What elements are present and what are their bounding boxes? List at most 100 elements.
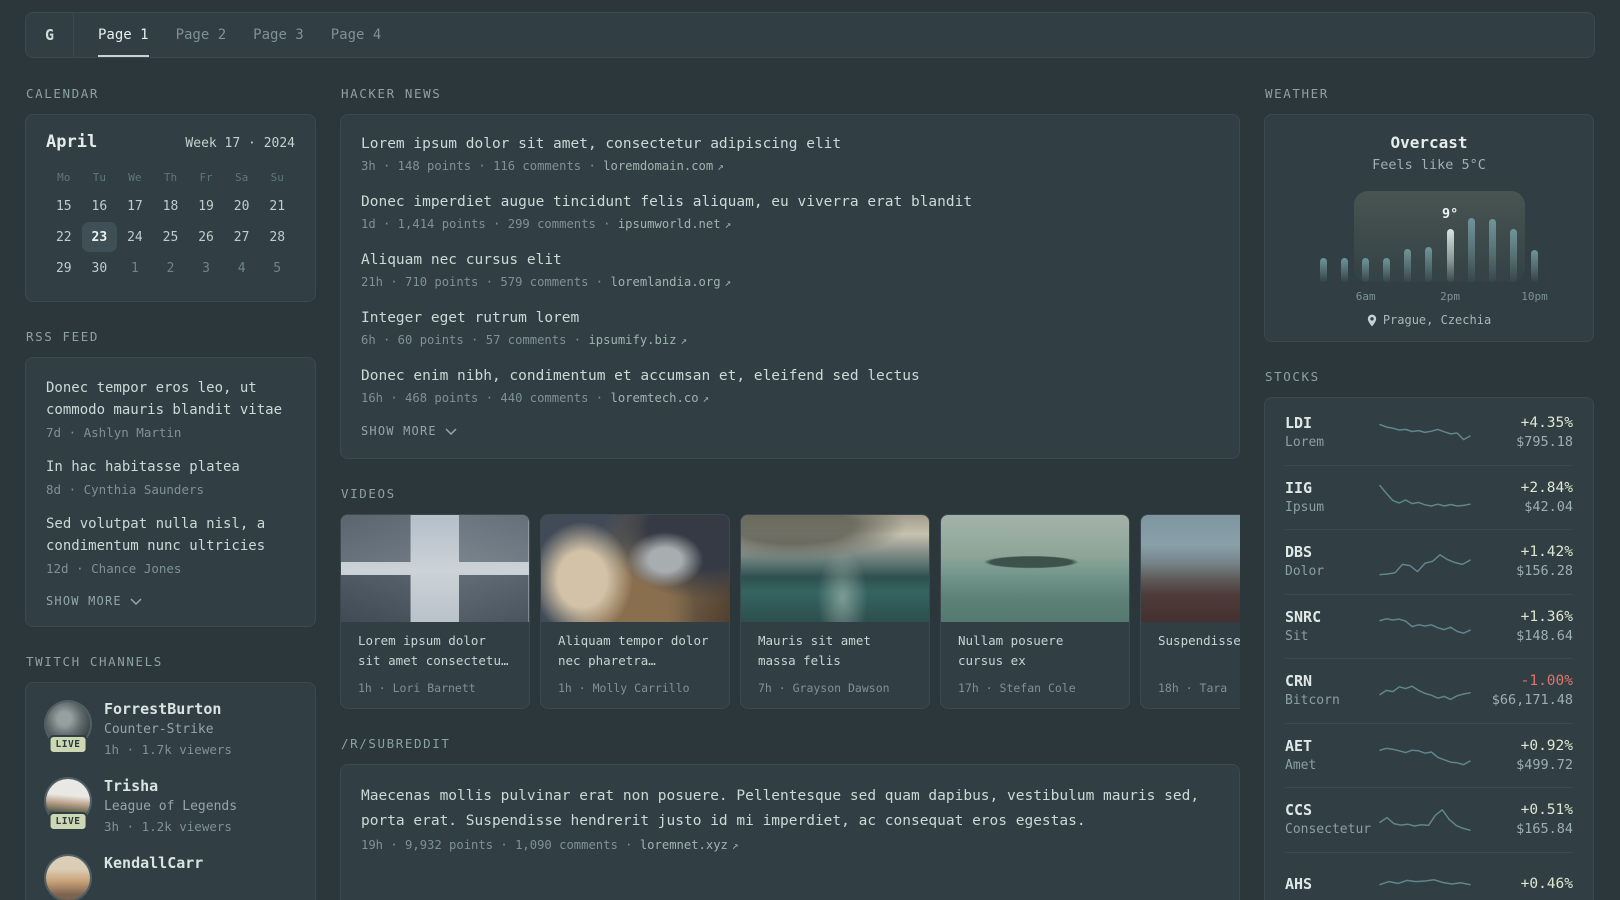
weather-location-row: Prague, Czechia — [1285, 313, 1573, 327]
stock-identity: AET Amet — [1285, 736, 1377, 775]
stock-values: +0.51% $165.84 — [1473, 800, 1573, 839]
stock-symbol[interactable]: IIG — [1285, 478, 1377, 498]
sparkline-chart — [1379, 423, 1471, 441]
stock-row[interactable]: CRN Bitcorn -1.00% $66,171.48 — [1285, 659, 1573, 724]
calendar-weekday: Th — [163, 171, 178, 184]
calendar-day: 1 — [131, 260, 139, 276]
rss-item[interactable]: Sed volutpat nulla nisl, a condimentum n… — [46, 513, 295, 578]
dashboard-columns: CALENDAR April Week 17 · 2024 Mo Tu We T… — [0, 58, 1620, 900]
hacker-news-item-stats: 16h · 468 points · 440 comments · — [361, 391, 604, 405]
stock-row[interactable]: SNRC Sit +1.36% $148.64 — [1285, 595, 1573, 659]
weather-card: Overcast Feels like 5°C 6am 9° 2pm 10pm … — [1264, 114, 1594, 342]
calendar-weekday: Su — [270, 171, 284, 184]
subreddit-post-stats: 19h · 9,932 points · 1,090 comments · — [361, 838, 633, 852]
stock-symbol[interactable]: DBS — [1285, 542, 1377, 562]
stock-row[interactable]: AHS +0.46% — [1285, 853, 1573, 900]
rss-item[interactable]: In hac habitasse platea 8d · Cynthia Sau… — [46, 456, 295, 499]
weather-bar — [1467, 218, 1475, 282]
hacker-news-item-domain[interactable]: loremdomain.com — [603, 159, 713, 173]
twitch-channel-game[interactable]: Counter-Strike — [104, 720, 232, 740]
video-card[interactable]: Lorem ipsum dolor sit amet consectetu… 1… — [340, 514, 530, 709]
rss-item[interactable]: Donec tempor eros leo, ut commodo mauris… — [46, 377, 295, 442]
video-card[interactable]: Aliquam tempor dolor nec pharetra… 1h · … — [540, 514, 730, 709]
video-thumbnail[interactable] — [1141, 515, 1240, 622]
stock-symbol[interactable]: LDI — [1285, 413, 1377, 433]
hacker-news-item-stats: 21h · 710 points · 579 comments · — [361, 275, 604, 289]
stock-symbol[interactable]: CCS — [1285, 800, 1377, 820]
videos-row: Lorem ipsum dolor sit amet consectetu… 1… — [340, 514, 1240, 709]
video-title[interactable]: Lorem ipsum dolor sit amet consectetu… — [341, 622, 529, 671]
twitch-channel-row[interactable]: LIVE ForrestBurton Counter-Strike 1h · 1… — [46, 699, 295, 759]
hacker-news-item-domain[interactable]: ipsumify.biz — [588, 333, 676, 347]
video-thumbnail[interactable] — [341, 515, 529, 622]
rss-show-more[interactable]: SHOW MORE — [46, 594, 295, 608]
video-title[interactable]: Mauris sit amet massa felis — [741, 622, 929, 671]
video-thumbnail[interactable] — [741, 515, 929, 622]
rss-item-title[interactable]: In hac habitasse platea — [46, 456, 295, 478]
nav-tab[interactable]: Page 3 — [253, 13, 304, 57]
hacker-news-show-more[interactable]: SHOW MORE — [361, 424, 1219, 438]
video-card[interactable]: Nullam posuere cursus ex 17h · Stefan Co… — [940, 514, 1130, 709]
hacker-news-item-meta: 1d · 1,414 points · 299 comments · ipsum… — [361, 215, 1219, 234]
twitch-channel-name[interactable]: KendallCarr — [104, 853, 203, 874]
nav-tab[interactable]: Page 1 — [98, 13, 149, 57]
calendar-day: 3 — [202, 260, 210, 276]
video-thumbnail[interactable] — [941, 515, 1129, 622]
subreddit-post-title[interactable]: Maecenas mollis pulvinar erat non posuer… — [361, 784, 1219, 834]
hacker-news-item-domain[interactable]: ipsumworld.net — [618, 217, 721, 231]
stock-identity: LDI Lorem — [1285, 413, 1377, 452]
external-link-arrow-icon: ↗ — [702, 392, 710, 405]
rss-item-title[interactable]: Sed volutpat nulla nisl, a condimentum n… — [46, 513, 295, 557]
hacker-news-item-stats: 1d · 1,414 points · 299 comments · — [361, 217, 611, 231]
weather-bar — [1341, 258, 1349, 282]
stock-row[interactable]: IIG Ipsum +2.84% $42.04 — [1285, 466, 1573, 530]
subreddit-header: /R/SUBREDDIT — [341, 736, 451, 751]
rss-header: RSS FEED — [26, 329, 100, 344]
twitch-channel-name[interactable]: Trisha — [104, 776, 237, 797]
calendar-header: CALENDAR — [26, 86, 100, 101]
calendar-day: 22 — [55, 229, 72, 245]
stock-row[interactable]: DBS Dolor +1.42% $156.28 — [1285, 530, 1573, 595]
video-title[interactable]: Suspendisse diam — [1141, 622, 1240, 671]
hacker-news-item-stats: 3h · 148 points · 116 comments · — [361, 159, 596, 173]
chevron-down-icon — [445, 427, 457, 435]
hacker-news-item-title[interactable]: Donec imperdiet augue tincidunt felis al… — [361, 191, 1219, 213]
video-card[interactable]: Suspendisse diam 18h · Tara — [1140, 514, 1240, 709]
calendar-day: 15 — [55, 198, 72, 214]
stock-symbol[interactable]: SNRC — [1285, 607, 1377, 627]
video-title[interactable]: Aliquam tempor dolor nec pharetra… — [541, 622, 729, 671]
hacker-news-item-title[interactable]: Donec enim nibh, condimentum et accumsan… — [361, 365, 1219, 387]
hacker-news-item-title[interactable]: Aliquam nec cursus elit — [361, 249, 1219, 271]
sparkline-chart — [1379, 685, 1471, 700]
hacker-news-item-domain[interactable]: loremlandia.org — [610, 275, 720, 289]
calendar-day: 20 — [233, 198, 250, 214]
video-thumbnail[interactable] — [541, 515, 729, 622]
twitch-channel-name[interactable]: ForrestBurton — [104, 699, 232, 720]
weather-bar: 6am — [1356, 258, 1376, 303]
hacker-news-item-domain[interactable]: loremtech.co — [610, 391, 698, 405]
subreddit-post-domain[interactable]: loremnet.xyz — [640, 838, 728, 852]
twitch-channel-game[interactable]: League of Legends — [104, 797, 237, 817]
video-card[interactable]: Mauris sit amet massa felis 7h · Grayson… — [740, 514, 930, 709]
stock-row[interactable]: LDI Lorem +4.35% $795.18 — [1285, 401, 1573, 466]
rss-widget: RSS FEED Donec tempor eros leo, ut commo… — [25, 329, 316, 627]
stock-symbol[interactable]: AHS — [1285, 874, 1377, 894]
weather-location[interactable]: Prague, Czechia — [1383, 313, 1491, 327]
twitch-channel-row[interactable]: KendallCarr — [46, 853, 295, 900]
nav-tab[interactable]: Page 4 — [331, 13, 382, 57]
calendar-widget: CALENDAR April Week 17 · 2024 Mo Tu We T… — [25, 86, 316, 302]
weather-feels-like: Feels like 5°C — [1372, 157, 1486, 173]
stock-symbol[interactable]: CRN — [1285, 671, 1377, 691]
weather-condition: Overcast — [1390, 133, 1468, 152]
rss-item-title[interactable]: Donec tempor eros leo, ut commodo mauris… — [46, 377, 295, 421]
video-title[interactable]: Nullam posuere cursus ex — [941, 622, 1129, 671]
hacker-news-item-title[interactable]: Integer eget rutrum lorem — [361, 307, 1219, 329]
hacker-news-item-title[interactable]: Lorem ipsum dolor sit amet, consectetur … — [361, 133, 1219, 155]
twitch-channel-row[interactable]: LIVE Trisha League of Legends 3h · 1.2k … — [46, 776, 295, 836]
nav-tab[interactable]: Page 2 — [176, 13, 227, 57]
stock-name: Dolor — [1285, 564, 1325, 580]
app-logo[interactable]: G — [26, 13, 73, 57]
stock-row[interactable]: AET Amet +0.92% $499.72 — [1285, 724, 1573, 788]
stock-row[interactable]: CCS Consectetur +0.51% $165.84 — [1285, 788, 1573, 853]
stock-symbol[interactable]: AET — [1285, 736, 1377, 756]
